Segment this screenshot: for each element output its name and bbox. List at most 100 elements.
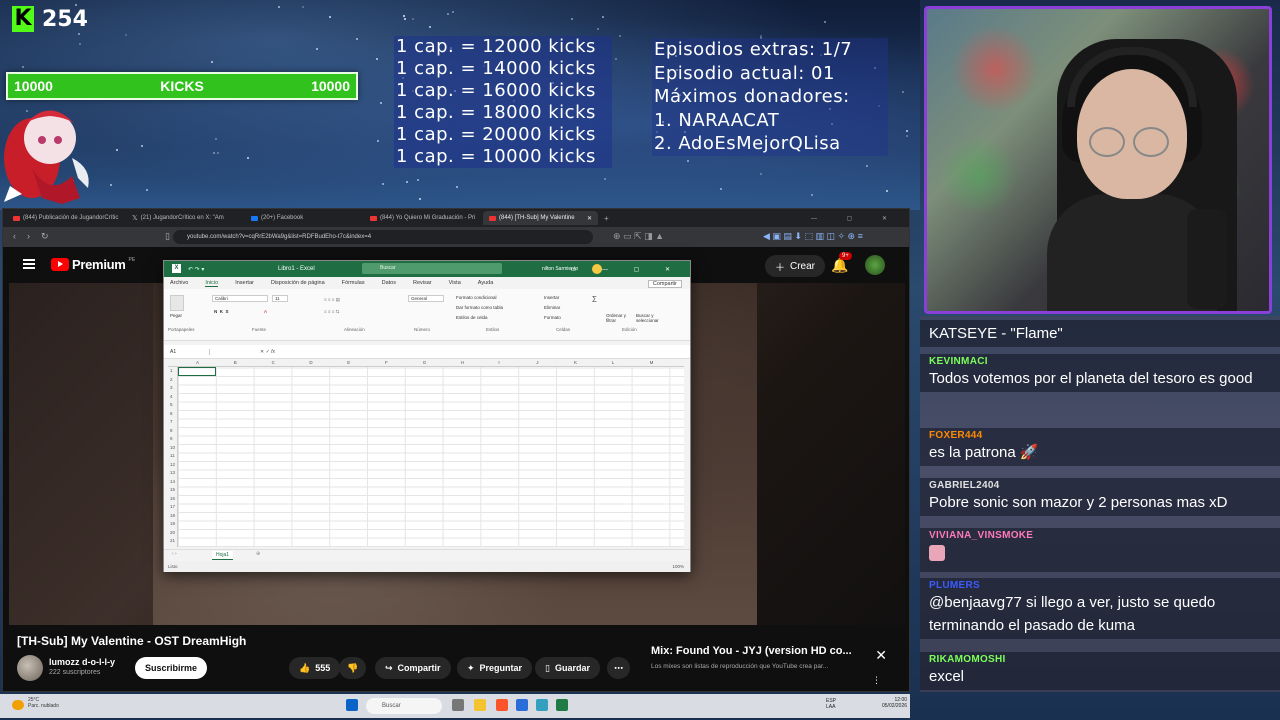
column-header[interactable]: B — [234, 360, 237, 365]
conditional-format-button[interactable]: Formato condicional — [456, 295, 497, 300]
ribbon-tab[interactable]: Vista — [449, 280, 461, 286]
column-header[interactable]: E — [347, 360, 350, 365]
app-icon[interactable] — [536, 699, 548, 711]
row-header[interactable]: 9 — [170, 436, 173, 441]
column-header[interactable]: F — [385, 360, 388, 365]
forward-icon[interactable]: › — [27, 231, 30, 241]
reload-icon[interactable]: ↻ — [41, 231, 49, 242]
ribbon-tab[interactable]: Disposición de página — [271, 280, 325, 286]
weather-widget[interactable]: 25°C Parc. nublado — [28, 697, 59, 709]
row-header[interactable]: 4 — [170, 394, 173, 399]
row-header[interactable]: 1 — [170, 368, 173, 373]
column-header[interactable]: A — [196, 360, 199, 365]
row-header[interactable]: 18 — [170, 513, 175, 518]
youtube-logo[interactable]: Premium PE — [51, 257, 135, 272]
add-sheet-icon[interactable]: ⊕ — [256, 551, 260, 557]
spreadsheet-grid[interactable] — [168, 359, 684, 547]
column-header[interactable]: D — [309, 360, 312, 365]
row-header[interactable]: 7 — [170, 419, 173, 424]
brave-browser-icon[interactable] — [496, 699, 508, 711]
like-button[interactable]: 👍 555 — [289, 657, 341, 679]
channel-name[interactable]: lumozz d-o-l-l-y — [49, 657, 115, 667]
row-header[interactable]: 15 — [170, 487, 175, 492]
close-tab-icon[interactable]: ✕ — [587, 215, 592, 222]
row-header[interactable]: 3 — [170, 385, 173, 390]
number-format-select[interactable]: General — [408, 295, 444, 302]
row-header[interactable]: 13 — [170, 470, 175, 475]
quick-access-icons[interactable]: ↶ ↷ ▾ — [188, 266, 204, 273]
column-header[interactable]: H — [461, 360, 464, 365]
align-icons[interactable]: ≡ ≡ ≡ ▤ — [324, 297, 340, 303]
sheet-nav-icons[interactable]: ‹ › — [172, 551, 177, 557]
browser-tab[interactable]: 𝕏 (21) JugandorCrítico en X: "Am — [126, 211, 241, 225]
column-header[interactable]: L — [612, 360, 615, 365]
ribbon-tab-active[interactable]: Inicio — [205, 280, 219, 287]
menu-icon[interactable] — [23, 259, 35, 269]
name-box[interactable]: A1 — [170, 348, 210, 355]
column-header[interactable]: I — [498, 360, 499, 365]
delete-cells-button[interactable]: Eliminar — [544, 305, 560, 310]
windows-start-icon[interactable] — [346, 699, 358, 711]
ribbon-tab[interactable]: Datos — [382, 280, 396, 286]
column-header[interactable]: M — [650, 360, 654, 365]
browser-tab-active[interactable]: (844) [TH-Sub] My Valentine ✕ — [483, 211, 598, 225]
find-select-button[interactable]: Buscar y seleccionar — [636, 313, 666, 323]
extensions-icon[interactable]: ⊕ ▭ ⇱ ◨ ▲ — [613, 231, 664, 242]
more-actions-button[interactable]: ⋯ — [607, 657, 630, 679]
row-header[interactable]: 19 — [170, 521, 175, 526]
fx-icon[interactable]: ✕ ✓ fx — [260, 349, 275, 355]
zoom-level[interactable]: 100% — [672, 561, 684, 572]
file-explorer-icon[interactable] — [474, 699, 486, 711]
excel-taskbar-icon[interactable] — [556, 699, 568, 711]
task-view-icon[interactable] — [452, 699, 464, 711]
font-select[interactable]: Calibri — [212, 295, 268, 302]
subscribe-button[interactable]: Suscribirme — [135, 657, 208, 679]
row-header[interactable]: 6 — [170, 411, 173, 416]
excel-share-button[interactable]: Compartir — [647, 280, 682, 288]
paste-label[interactable]: Pegar — [170, 313, 182, 318]
column-header[interactable]: J — [536, 360, 538, 365]
cell-styles-button[interactable]: Estilos de celda — [456, 315, 488, 320]
row-header[interactable]: 20 — [170, 530, 175, 535]
app-icon[interactable] — [516, 699, 528, 711]
browser-tab[interactable]: (844) Yo Quiero Mi Graduación - Pri — [364, 211, 479, 225]
ribbon-tab[interactable]: Revisar — [413, 280, 432, 286]
create-button[interactable]: ＋ Crear — [765, 255, 826, 277]
bold-icon[interactable]: N K S — [214, 309, 229, 314]
autosum-icon[interactable]: Σ — [592, 295, 597, 304]
toolbar-icons[interactable]: ◀ ▣ ▤ ⬇ ⬚ ▥ ◫ ✧ ⊕ ≡ — [763, 231, 863, 242]
new-tab-icon[interactable]: + — [604, 214, 609, 223]
row-header[interactable]: 11 — [170, 453, 175, 458]
table-format-button[interactable]: Dar formato como tabla — [456, 305, 503, 310]
row-header[interactable]: 8 — [170, 428, 173, 433]
row-header[interactable]: 16 — [170, 496, 175, 501]
column-header[interactable]: K — [574, 360, 577, 365]
ribbon-tab[interactable]: Archivo — [170, 280, 188, 286]
row-header[interactable]: 17 — [170, 504, 175, 509]
row-header[interactable]: 10 — [170, 445, 175, 450]
format-cells-button[interactable]: Formato — [544, 315, 561, 320]
insert-cells-button[interactable]: Insertar — [544, 295, 559, 300]
excel-search-input[interactable]: Buscar — [362, 263, 502, 274]
browser-tab[interactable]: (844) Publicación de JugandorCrític — [7, 211, 122, 225]
browser-tab[interactable]: (20+) Facebook — [245, 211, 360, 225]
more-vertical-icon[interactable]: ⋮ — [872, 675, 881, 686]
user-avatar[interactable] — [865, 255, 885, 275]
language-indicator[interactable]: ESP LAA — [826, 698, 836, 710]
selected-cell[interactable] — [178, 367, 216, 376]
excel-window-controls[interactable]: ▭ — ▢ ✕ — [571, 266, 682, 273]
weather-icon[interactable] — [12, 700, 24, 710]
mix-title[interactable]: Mix: Found You - JYJ (version HD co... — [651, 645, 852, 657]
close-icon[interactable]: ✕ — [875, 647, 887, 664]
ribbon-tab[interactable]: Ayuda — [478, 280, 494, 286]
row-header[interactable]: 5 — [170, 402, 173, 407]
row-header[interactable]: 12 — [170, 462, 175, 467]
taskbar-search[interactable]: Buscar — [366, 698, 442, 714]
row-header[interactable]: 2 — [170, 377, 173, 382]
bookmark-icon[interactable]: ▯ — [165, 231, 170, 242]
share-button[interactable]: ↪ Compartir — [375, 657, 451, 679]
ask-button[interactable]: ✦ Preguntar — [457, 657, 533, 679]
ribbon-tab[interactable]: Insertar — [235, 280, 254, 286]
sort-filter-button[interactable]: Ordenar y filtrar — [606, 313, 630, 323]
window-controls[interactable]: — ▢ ✕ — [811, 215, 901, 222]
